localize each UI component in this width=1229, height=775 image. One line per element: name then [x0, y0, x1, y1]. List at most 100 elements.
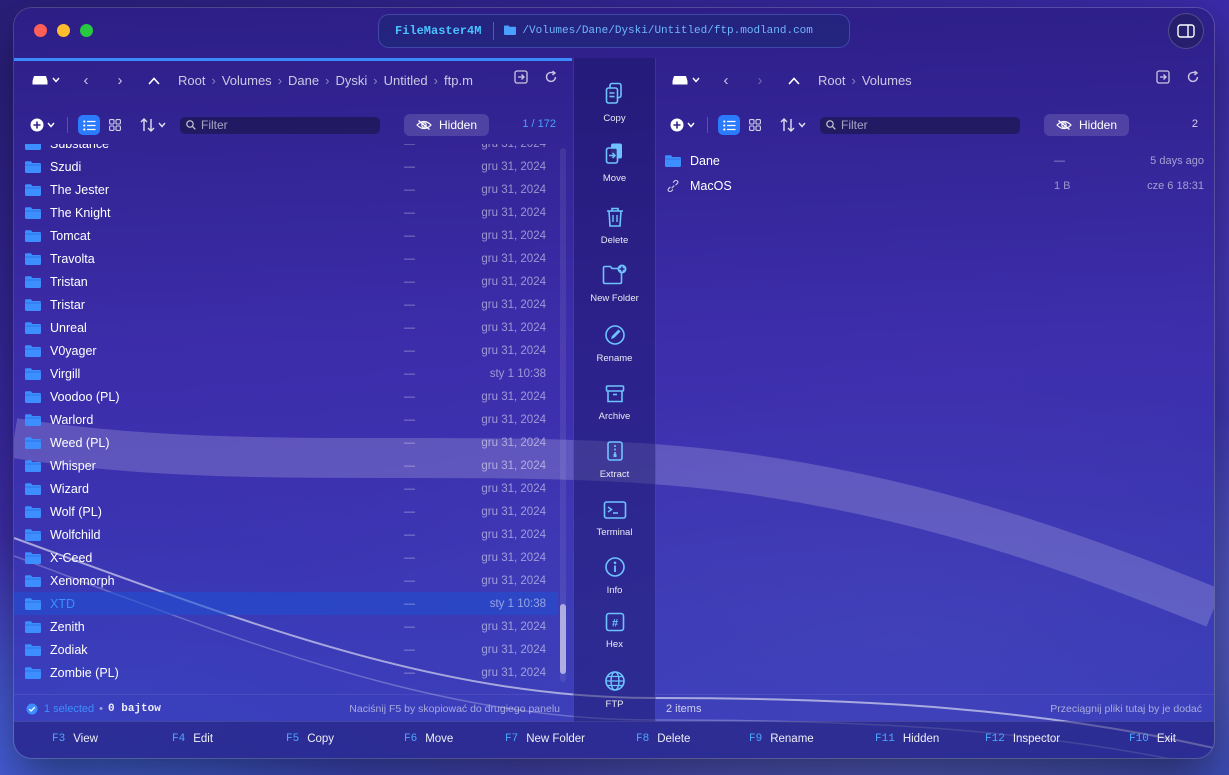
refresh-icon[interactable] [1186, 70, 1200, 84]
drive-selector[interactable] [32, 74, 60, 86]
fkey-inspector-button[interactable]: F12 Inspector [985, 733, 1060, 745]
file-name: Wolf (PL) [50, 504, 102, 519]
table-row[interactable]: Warlord — gru 31, 2024 [14, 408, 558, 431]
fkey-move-button[interactable]: F6 Move [404, 733, 453, 745]
fkey-edit-button[interactable]: F4 Edit [172, 733, 213, 745]
table-row[interactable]: Substance — gru 31, 2024 [14, 144, 558, 155]
fkey-key: F8 [636, 733, 650, 745]
grid-view-button[interactable] [104, 115, 126, 135]
list-item[interactable]: Dane — 5 days ago [654, 148, 1214, 173]
list-view-button[interactable] [718, 115, 740, 135]
forward-button[interactable]: › [112, 72, 128, 89]
extract-action-button[interactable]: Extract [574, 440, 655, 480]
info-action-button[interactable]: Info [574, 556, 655, 596]
breadcrumb-item[interactable]: ftp.m [444, 73, 473, 88]
breadcrumb-item[interactable]: Root [178, 73, 205, 88]
table-row[interactable]: Wolfchild — gru 31, 2024 [14, 523, 558, 546]
back-button[interactable]: ‹ [718, 72, 734, 89]
table-row[interactable]: V0yager — gru 31, 2024 [14, 339, 558, 362]
breadcrumb-item[interactable]: Root [818, 73, 845, 88]
hex-action-button[interactable]: # Hex [574, 612, 655, 650]
file-date: gru 31, 2024 [481, 298, 546, 311]
file-date: gru 31, 2024 [481, 574, 546, 587]
folder-icon [25, 252, 41, 265]
table-row[interactable]: Whisper — gru 31, 2024 [14, 454, 558, 477]
rename-action-button[interactable]: Rename [574, 324, 655, 364]
forward-button[interactable]: › [752, 72, 768, 89]
toggle-hidden-button[interactable]: Hidden [1044, 114, 1130, 136]
table-row[interactable]: Zodiak — gru 31, 2024 [14, 638, 558, 661]
add-menu-button[interactable] [670, 118, 695, 132]
drive-selector[interactable] [672, 74, 700, 86]
add-menu-button[interactable] [30, 118, 55, 132]
table-row[interactable]: Tristan — gru 31, 2024 [14, 270, 558, 293]
minimize-window-button[interactable] [57, 24, 70, 37]
filter-input[interactable]: Filter [180, 116, 380, 134]
breadcrumb-item[interactable]: Dane [288, 73, 319, 88]
table-row[interactable]: Xenomorph — gru 31, 2024 [14, 569, 558, 592]
toggle-hidden-button[interactable]: Hidden [404, 114, 490, 136]
table-row[interactable]: XTD — sty 1 10:38 [14, 592, 558, 615]
list-item[interactable]: MacOS 1 B cze 6 18:31 [654, 173, 1214, 198]
up-button[interactable] [146, 72, 162, 89]
back-button[interactable]: ‹ [78, 72, 94, 89]
table-row[interactable]: Travolta — gru 31, 2024 [14, 247, 558, 270]
grid-view-button[interactable] [744, 115, 766, 135]
sort-menu-button[interactable] [140, 118, 166, 132]
fkey-delete-button[interactable]: F8 Delete [636, 733, 690, 745]
file-date: gru 31, 2024 [481, 321, 546, 334]
table-row[interactable]: The Jester — gru 31, 2024 [14, 178, 558, 201]
table-row[interactable]: Zenith — gru 31, 2024 [14, 615, 558, 638]
folder-icon [504, 24, 517, 38]
move-action-button[interactable]: Move [574, 142, 655, 184]
table-row[interactable]: Unreal — gru 31, 2024 [14, 316, 558, 339]
scrollbar-thumb[interactable] [560, 604, 566, 674]
copy-action-button[interactable]: Copy [574, 82, 655, 124]
table-row[interactable]: Virgill — sty 1 10:38 [14, 362, 558, 385]
table-row[interactable]: Szudi — gru 31, 2024 [14, 155, 558, 178]
table-row[interactable]: Wizard — gru 31, 2024 [14, 477, 558, 500]
toggle-sidebar-button[interactable] [1168, 13, 1204, 49]
breadcrumb-item[interactable]: Dyski [335, 73, 367, 88]
sort-menu-button[interactable] [780, 118, 806, 132]
table-row[interactable]: Voodoo (PL) — gru 31, 2024 [14, 385, 558, 408]
archive-action-button[interactable]: Archive [574, 384, 655, 422]
fkey-new-folder-button[interactable]: F7 New Folder [505, 733, 585, 745]
fkey-rename-button[interactable]: F9 Rename [749, 733, 814, 745]
table-row[interactable]: Tomcat — gru 31, 2024 [14, 224, 558, 247]
filter-placeholder: Filter [841, 118, 868, 132]
sort-icon [780, 118, 795, 132]
delete-action-button[interactable]: Delete [574, 206, 655, 246]
open-in-other-panel-icon[interactable] [1156, 70, 1170, 84]
list-view-button[interactable] [78, 115, 100, 135]
open-in-other-panel-icon[interactable] [514, 70, 528, 84]
folder-icon [25, 505, 41, 518]
table-row[interactable]: Zombie (PL) — gru 31, 2024 [14, 661, 558, 684]
up-button[interactable] [786, 72, 802, 89]
file-size: — [1054, 154, 1065, 167]
fkey-exit-button[interactable]: F10 Exit [1129, 733, 1176, 745]
file-name: Dane [690, 153, 720, 168]
new-folder-action-button[interactable]: New Folder [574, 264, 655, 304]
breadcrumb-item[interactable]: Untitled [384, 73, 428, 88]
file-size: — [404, 252, 415, 265]
filter-input[interactable]: Filter [820, 116, 1020, 134]
table-row[interactable]: X-Ceed — gru 31, 2024 [14, 546, 558, 569]
breadcrumb-item[interactable]: Volumes [222, 73, 272, 88]
refresh-icon[interactable] [544, 70, 558, 84]
scrollbar[interactable] [560, 148, 566, 682]
close-window-button[interactable] [34, 24, 47, 37]
table-row[interactable]: Weed (PL) — gru 31, 2024 [14, 431, 558, 454]
zoom-window-button[interactable] [80, 24, 93, 37]
table-row[interactable]: Wolf (PL) — gru 31, 2024 [14, 500, 558, 523]
ftp-action-button[interactable]: FTP [574, 670, 655, 710]
move-icon [604, 142, 626, 173]
fkey-hidden-button[interactable]: F11 Hidden [875, 733, 939, 745]
terminal-action-button[interactable]: Terminal [574, 500, 655, 538]
fkey-key: F3 [52, 733, 66, 745]
fkey-copy-button[interactable]: F5 Copy [286, 733, 334, 745]
breadcrumb-item[interactable]: Volumes [862, 73, 912, 88]
table-row[interactable]: The Knight — gru 31, 2024 [14, 201, 558, 224]
table-row[interactable]: Tristar — gru 31, 2024 [14, 293, 558, 316]
fkey-view-button[interactable]: F3 View [52, 733, 98, 745]
